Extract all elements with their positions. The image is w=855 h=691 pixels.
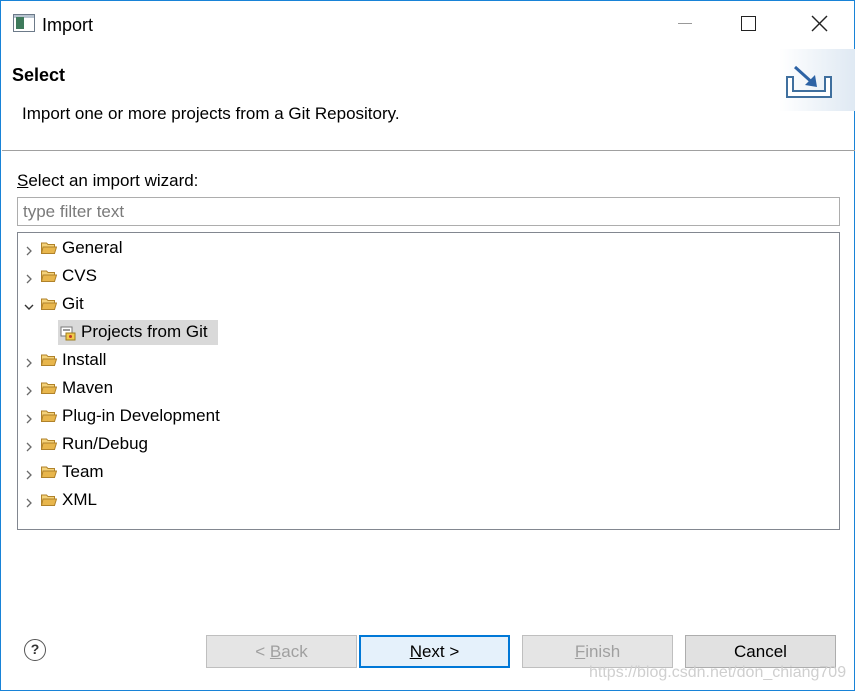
tree-item-install[interactable]: Install bbox=[18, 346, 839, 374]
close-icon bbox=[811, 15, 828, 32]
wizard-label: Select an import wizard: bbox=[17, 171, 199, 190]
help-icon[interactable]: ? bbox=[24, 639, 46, 661]
tree-item-maven[interactable]: Maven bbox=[18, 374, 839, 402]
tree-item-git[interactable]: Git bbox=[18, 290, 839, 318]
chevron-right-icon[interactable] bbox=[24, 439, 34, 452]
tree-item-cvs[interactable]: CVS bbox=[18, 262, 839, 290]
tree-item-label: Git bbox=[62, 294, 84, 313]
filter-input[interactable] bbox=[17, 197, 840, 226]
tree-item-team[interactable]: Team bbox=[18, 458, 839, 486]
tree-item-projects-from-git[interactable]: Projects from Git bbox=[18, 318, 839, 346]
folder-icon bbox=[40, 493, 58, 507]
folder-icon bbox=[40, 241, 58, 255]
close-button[interactable] bbox=[784, 1, 854, 47]
tree-item-label: Run/Debug bbox=[62, 434, 149, 453]
watermark: https://blog.csdn.net/don_chiang709 bbox=[589, 664, 847, 681]
header-separator bbox=[2, 150, 855, 151]
chevron-right-icon[interactable] bbox=[24, 467, 34, 480]
page-description: Import one or more projects from a Git R… bbox=[22, 104, 400, 123]
folder-icon bbox=[40, 297, 58, 311]
tree-item-plug-in-development[interactable]: Plug-in Development bbox=[18, 402, 839, 430]
folder-icon bbox=[40, 437, 58, 451]
tree-item-label: Projects from Git bbox=[81, 322, 208, 341]
tree-item-label: Install bbox=[62, 350, 107, 369]
minimize-icon bbox=[678, 23, 692, 24]
title-bar[interactable]: Import bbox=[1, 1, 854, 47]
minimize-button[interactable] bbox=[648, 1, 718, 47]
maximize-icon bbox=[741, 16, 756, 31]
tree-item-xml[interactable]: XML bbox=[18, 486, 839, 514]
folder-icon bbox=[40, 409, 58, 423]
git-project-icon bbox=[60, 325, 76, 341]
tree-item-run-debug[interactable]: Run/Debug bbox=[18, 430, 839, 458]
chevron-right-icon[interactable] bbox=[24, 495, 34, 508]
chevron-right-icon[interactable] bbox=[24, 271, 34, 284]
folder-icon bbox=[40, 269, 58, 283]
eclipse-window-icon bbox=[13, 14, 35, 32]
folder-icon bbox=[40, 353, 58, 367]
import-dialog: Import Select Import one or more project… bbox=[0, 0, 855, 691]
chevron-right-icon[interactable] bbox=[24, 243, 34, 256]
wizard-tree[interactable]: General CVS Git Projects from Git Install Mav… bbox=[17, 232, 840, 530]
maximize-button[interactable] bbox=[714, 1, 784, 47]
tree-item-general[interactable]: General bbox=[18, 234, 839, 262]
import-banner-icon bbox=[779, 49, 855, 111]
folder-icon bbox=[40, 465, 58, 479]
tree-item-label: Plug-in Development bbox=[62, 406, 220, 425]
tree-item-label: XML bbox=[62, 490, 97, 509]
tree-item-label: CVS bbox=[62, 266, 97, 285]
chevron-right-icon[interactable] bbox=[24, 355, 34, 368]
chevron-down-icon[interactable] bbox=[24, 299, 34, 310]
tree-item-label: General bbox=[62, 238, 123, 257]
tree-item-label: Team bbox=[62, 462, 104, 481]
next-button[interactable]: Next > bbox=[359, 635, 510, 668]
window-title: Import bbox=[42, 15, 94, 35]
chevron-right-icon[interactable] bbox=[24, 383, 34, 396]
tree-item-label: Maven bbox=[62, 378, 114, 397]
chevron-right-icon[interactable] bbox=[24, 411, 34, 424]
back-button[interactable]: < Back bbox=[206, 635, 357, 668]
page-title: Select bbox=[12, 65, 66, 85]
folder-icon bbox=[40, 381, 58, 395]
